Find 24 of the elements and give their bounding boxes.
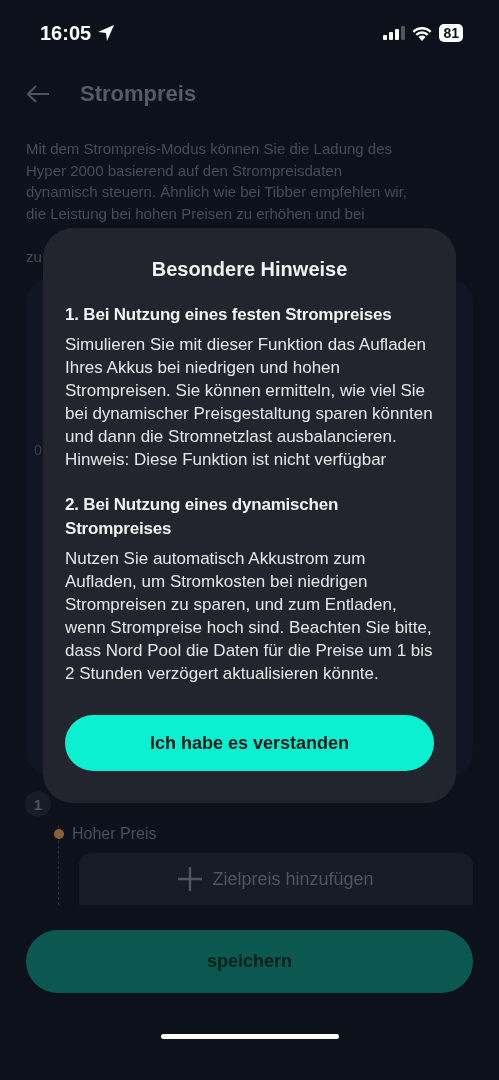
section-heading: 1. Bei Nutzung eines festen Strompreises — [65, 304, 393, 326]
save-button[interactable]: speichern — [26, 930, 473, 993]
page-title: Strompreis — [80, 81, 197, 107]
signal-icon — [383, 26, 406, 40]
description-text: Hyper 2000 basierend auf den Strompreisdaten — [26, 160, 343, 181]
location-arrow-icon — [97, 24, 116, 42]
section-text: Simulieren Sie mit dieser Funktion das Aufladen Ihres Akkus bei niedrigen und hohen Strompreisen. Sie können ermitteln, wie viel Sie bei dynamischer Preisgestaltung sparen könnten und dann die Stromnetzlast ausbalancieren. Hinweis: Diese Funktion ist nicht verfügbar — [65, 334, 434, 471]
confirm-button[interactable]: Ich habe es verstanden — [65, 715, 434, 771]
description-text: Mit dem Strompreis-Modus können Sie die Ladung des — [26, 139, 393, 159]
description-text: zu — [26, 246, 42, 267]
wifi-icon — [412, 25, 433, 41]
back-arrow-icon — [26, 85, 50, 103]
timeline-dot — [54, 829, 64, 839]
battery-indicator: 81 — [439, 24, 463, 42]
plus-icon — [178, 867, 203, 891]
description-text: dynamisch steuern. Ähnlich wie bei Tibber empfehlen wir, — [26, 182, 408, 202]
description-text: die Leistung bei hohen Preisen zu erhöhen und bei — [26, 203, 365, 224]
add-target-button[interactable]: Zielpreis hinzufügen — [79, 853, 473, 905]
step-badge: 1 — [25, 791, 51, 817]
dialog-title: Besondere Hinweise — [150, 258, 349, 281]
section-text: Nutzen Sie automatisch Akkustrom zum Aufladen, um Stromkosten bei niedrigen Strompreisen zu sparen, und zum Entladen, wenn Strompreise hoch sind. Beachten Sie bitte, dass Nord Pool die Daten für die Preise um 1 bis 2 Stunden verzögert aktualisieren könnte. — [65, 548, 434, 685]
section-heading: 2. Bei Nutzung eines dynamischen Strompreises — [65, 494, 340, 540]
timeline-label: Hoher Preis — [72, 825, 157, 843]
status-time: 16:05 — [40, 21, 92, 45]
